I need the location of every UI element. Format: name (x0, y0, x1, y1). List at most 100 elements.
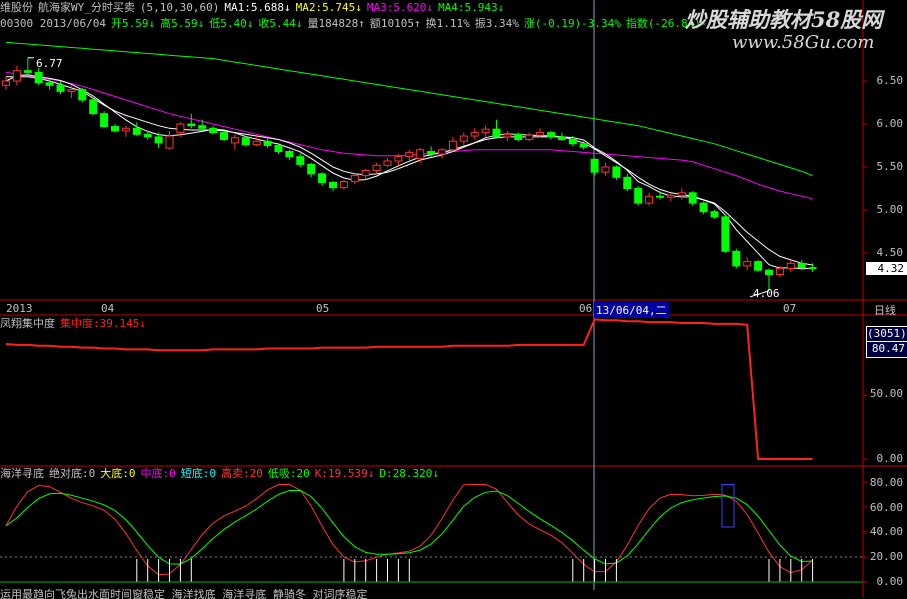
change-value: 涨(-0.19)-3.34% (523, 17, 621, 30)
header-bar: 维股份 航海家WY_分时买卖 (5,10,30,60) MA1:5.688↓ MA2:5… (0, 0, 509, 15)
panel2-value: 集中度:39.145↓ (60, 317, 146, 330)
date-label: 04 (101, 302, 115, 315)
candle-body (579, 143, 588, 148)
panel2-title[interactable]: 凤翔集中度 (0, 317, 55, 330)
panel3-item: D:28.320↓ (379, 467, 439, 480)
brand-url: www.58Gu.com (732, 32, 875, 53)
high-value: 高5.59↓ (160, 17, 205, 30)
candle-body (121, 127, 130, 132)
panel2-box-top: (3051) (867, 327, 907, 340)
candle-body (165, 135, 174, 149)
panel3-item: 绝对底:0 (49, 467, 96, 480)
candle-body (765, 269, 773, 276)
amount-value: 额10105↑ (369, 17, 421, 30)
period-label[interactable]: 日线 (874, 302, 896, 318)
candle-body (285, 151, 294, 158)
candle-body (492, 128, 501, 138)
date-label: 06 (579, 302, 593, 315)
stock-name[interactable]: 航海家WY_分时买卖 (38, 1, 135, 14)
candle-body (416, 149, 425, 159)
candle-body (383, 160, 392, 166)
candle-body (721, 216, 730, 252)
candle-body (590, 158, 599, 173)
candle-body (318, 173, 327, 183)
candle-body (688, 192, 697, 204)
candle-body (23, 70, 32, 73)
candle-body (89, 99, 98, 115)
panel3-item: K:19.539↓ (314, 467, 375, 480)
candle-body (252, 140, 261, 146)
candle-body (786, 262, 795, 269)
ma2-line (6, 76, 813, 266)
candle-body (263, 140, 272, 146)
panel3-item: 大底:0 (100, 467, 136, 480)
candle-body (56, 84, 65, 92)
price-tick: 5.50 (876, 160, 904, 173)
candle-body (808, 267, 817, 270)
candle-body (699, 202, 708, 213)
candle-body (601, 166, 610, 173)
d-line (5, 489, 813, 565)
candle-body (481, 128, 490, 134)
panel2-box: (3051) 80.47 (866, 326, 907, 358)
candle-body (710, 211, 719, 218)
turnover-value: 换1.11% (425, 17, 470, 30)
candle-body (209, 127, 218, 134)
price-tick: 6.00 (876, 117, 904, 130)
panel3-item: 高卖:20 (221, 467, 263, 480)
ma2-value: MA2:5.745↓ (295, 1, 362, 14)
candle-body (78, 89, 87, 101)
candle-body (274, 145, 283, 153)
candle-body (143, 133, 152, 138)
ma3-line (5, 71, 813, 200)
candle-body (547, 132, 555, 138)
candle-body (656, 195, 664, 198)
panel2-header: 凤翔集中度 集中度:39.145↓ (0, 316, 151, 331)
candle-body (198, 125, 207, 129)
candle-body (525, 134, 534, 140)
candle-body (296, 156, 305, 165)
date-label: 05 (316, 302, 330, 315)
panel3-tick: 20.00 (869, 550, 903, 563)
ma1-value: MA1:5.688↓ (224, 1, 291, 14)
candle-body (743, 261, 752, 267)
panel3-tick: 40.00 (869, 525, 903, 538)
panel3-tick: 0.00 (876, 575, 904, 588)
ma3-value: MA3:5.620↓ (366, 1, 434, 14)
date-label: 07 (783, 302, 797, 315)
candle-body (645, 195, 654, 204)
candle-body (448, 140, 457, 151)
candle-body (438, 149, 446, 155)
panel3-title[interactable]: 海洋寻底 (0, 467, 44, 480)
candle-body (568, 138, 577, 145)
candle-body (230, 137, 239, 144)
candle-body (241, 137, 250, 146)
date-label: 2013 (6, 302, 33, 315)
ma1-line (5, 74, 813, 270)
volume-value: 量184828↑ (307, 17, 365, 30)
panel3-item: 中底:0 (140, 467, 176, 480)
candle-body (339, 181, 348, 189)
candle-body (350, 175, 359, 183)
candle-body (754, 261, 763, 271)
concentration-line (5, 318, 813, 460)
signal-box (721, 484, 735, 528)
candle-body (427, 151, 436, 155)
brand-name: 炒股辅助教材58股网 (685, 7, 883, 32)
candle-body (732, 250, 741, 267)
panel3-item: 短底:0 (180, 467, 216, 480)
price-tick: 4.50 (876, 246, 904, 259)
candle-body (176, 123, 185, 134)
candle-body (67, 89, 76, 92)
panel2-box-value: 80.47 (867, 341, 907, 356)
candle-body (372, 164, 381, 171)
candle-body (514, 133, 523, 140)
panel3-header: 海洋寻底 绝对底:0 大底:0 中底:0 短底:0 高卖:20 低吸:20 K:19.539↓… (0, 466, 444, 481)
candle-body (666, 194, 675, 198)
candle-body (100, 113, 109, 128)
candle-body (45, 82, 54, 86)
candle-body (775, 267, 784, 276)
price-tick: 5.00 (876, 203, 904, 216)
candle-body (612, 166, 621, 178)
candle-body (677, 192, 686, 196)
